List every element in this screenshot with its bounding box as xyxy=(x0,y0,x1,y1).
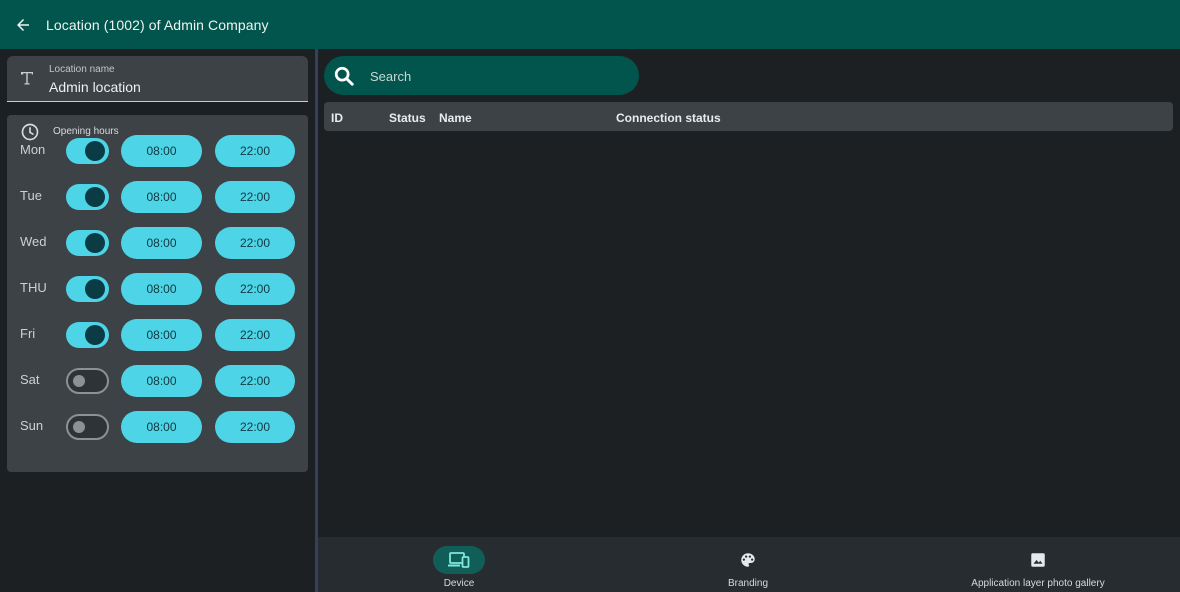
column-header-connection-status[interactable]: Connection status xyxy=(616,111,721,125)
opening-hours-row: THU 08:00 22:00 xyxy=(7,271,308,305)
devices-icon xyxy=(448,552,470,568)
location-settings-pane: Location name Admin location Opening hou… xyxy=(0,49,316,592)
app-bar: Location (1002) of Admin Company xyxy=(0,0,1180,49)
location-name-label: Location name xyxy=(49,64,115,75)
opening-hours-row: Tue 08:00 22:00 xyxy=(7,179,308,213)
column-header-status[interactable]: Status xyxy=(389,111,426,125)
close-time-button[interactable]: 22:00 xyxy=(215,135,295,167)
image-icon xyxy=(1031,553,1045,567)
day-label: THU xyxy=(20,280,47,295)
opening-hours-row: Wed 08:00 22:00 xyxy=(7,225,308,259)
page-title: Location (1002) of Admin Company xyxy=(46,16,269,33)
close-time-button[interactable]: 22:00 xyxy=(215,273,295,305)
day-enabled-toggle[interactable] xyxy=(66,414,109,440)
search-bar[interactable] xyxy=(324,56,639,95)
pane-divider[interactable] xyxy=(315,49,318,592)
text-format-icon xyxy=(21,72,33,85)
day-label: Wed xyxy=(20,234,47,249)
nav-item-photo-gallery[interactable]: Application layer photo gallery xyxy=(958,537,1118,592)
toggle-knob xyxy=(85,279,105,299)
location-name-value[interactable]: Admin location xyxy=(49,79,141,95)
day-enabled-toggle[interactable] xyxy=(66,184,109,210)
opening-hours-row: Sun 08:00 22:00 xyxy=(7,409,308,443)
column-header-name[interactable]: Name xyxy=(439,111,472,125)
nav-item-branding[interactable]: Branding xyxy=(722,537,774,592)
back-button[interactable] xyxy=(0,0,46,49)
day-label: Tue xyxy=(20,188,42,203)
open-time-button[interactable]: 08:00 xyxy=(121,227,202,259)
opening-hours-row: Fri 08:00 22:00 xyxy=(7,317,308,351)
search-input[interactable] xyxy=(370,64,620,88)
day-label: Sat xyxy=(20,372,40,387)
toggle-knob xyxy=(85,141,105,161)
nav-item-device[interactable]: Device xyxy=(433,537,485,592)
day-label: Fri xyxy=(20,326,36,341)
close-time-button[interactable]: 22:00 xyxy=(215,365,295,397)
nav-label-device: Device xyxy=(443,578,475,589)
nav-label-photo-gallery: Application layer photo gallery xyxy=(971,578,1105,589)
day-label: Mon xyxy=(20,142,46,157)
day-enabled-toggle[interactable] xyxy=(66,138,109,164)
opening-hours-card: Opening hours Mon 08:00 22:00 Tue 08:00 22:00… xyxy=(7,115,308,472)
day-label: Sun xyxy=(20,418,44,433)
bottom-navigation: Device Branding Application layer photo … xyxy=(318,537,1180,592)
close-time-button[interactable]: 22:00 xyxy=(215,181,295,213)
location-name-field[interactable]: Location name Admin location xyxy=(7,56,308,102)
toggle-knob xyxy=(85,187,105,207)
open-time-button[interactable]: 08:00 xyxy=(121,181,202,213)
open-time-button[interactable]: 08:00 xyxy=(121,273,202,305)
day-enabled-toggle[interactable] xyxy=(66,322,109,348)
nav-label-branding: Branding xyxy=(727,578,769,589)
day-enabled-toggle[interactable] xyxy=(66,368,109,394)
palette-icon xyxy=(741,553,755,567)
toggle-knob xyxy=(73,421,85,433)
opening-hours-row: Mon 08:00 22:00 xyxy=(7,133,308,167)
close-time-button[interactable]: 22:00 xyxy=(215,227,295,259)
arrow-back-icon xyxy=(17,18,29,31)
day-enabled-toggle[interactable] xyxy=(66,230,109,256)
day-enabled-toggle[interactable] xyxy=(66,276,109,302)
toggle-knob xyxy=(73,375,85,387)
open-time-button[interactable]: 08:00 xyxy=(121,411,202,443)
toggle-knob xyxy=(85,233,105,253)
close-time-button[interactable]: 22:00 xyxy=(215,411,295,443)
open-time-button[interactable]: 08:00 xyxy=(121,135,202,167)
close-time-button[interactable]: 22:00 xyxy=(215,319,295,351)
device-table-header: ID Status Name Connection status xyxy=(324,102,1173,131)
toggle-knob xyxy=(85,325,105,345)
open-time-button[interactable]: 08:00 xyxy=(121,365,202,397)
opening-hours-row: Sat 08:00 22:00 xyxy=(7,363,308,397)
search-icon xyxy=(334,66,354,86)
column-header-id[interactable]: ID xyxy=(331,111,343,125)
open-time-button[interactable]: 08:00 xyxy=(121,319,202,351)
